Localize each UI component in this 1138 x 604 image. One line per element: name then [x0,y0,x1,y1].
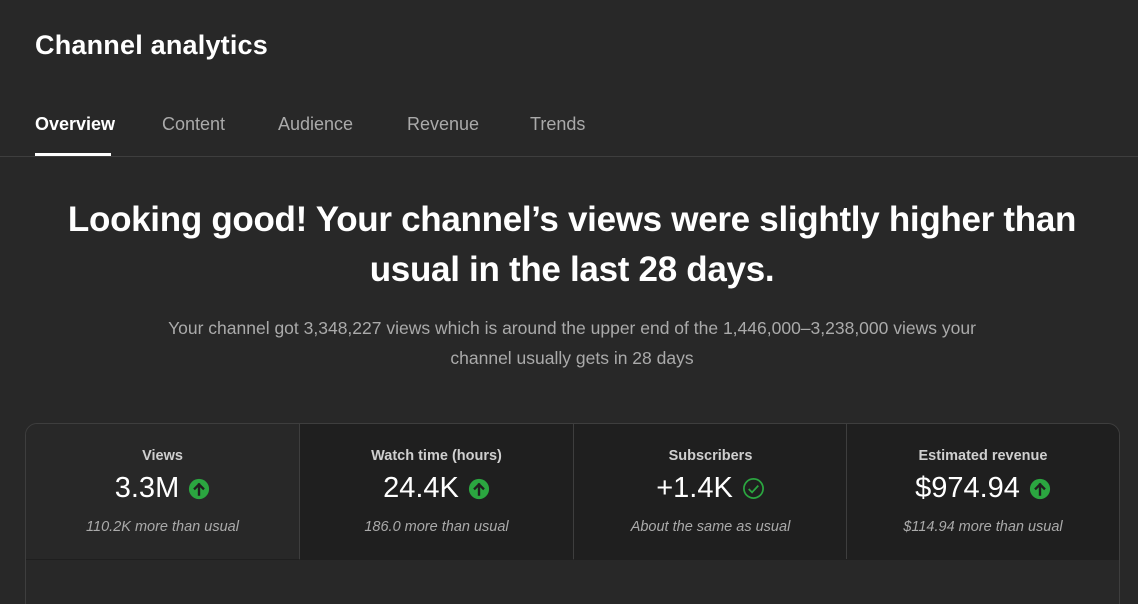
metric-card-watch-time[interactable]: Watch time (hours) 24.4K 186.0 more than… [300,424,573,560]
analytics-page: Channel analytics Overview Content Audie… [0,0,1138,604]
tab-trends[interactable]: Trends [530,114,585,135]
summary-headline: Looking good! Your channel’s views were … [60,195,1084,295]
summary-detail: Your channel got 3,348,227 views which i… [120,313,1024,373]
summary-detail-line2: channel usually gets in 28 days [450,348,694,368]
active-tab-indicator [35,153,111,156]
metric-value: 24.4K [383,472,459,504]
metric-value: +1.4K [656,472,733,504]
metric-note: About the same as usual [630,519,791,535]
summary-detail-line1: Your channel got 3,348,227 views which i… [168,318,976,338]
tab-revenue[interactable]: Revenue [407,114,479,135]
metric-card-revenue[interactable]: Estimated revenue $974.94 $114.94 more t… [847,424,1119,560]
metric-value-row: $974.94 [847,472,1119,505]
metric-note: 186.0 more than usual [364,519,509,535]
arrow-up-circle-icon [1029,478,1050,499]
metric-label: Views [142,448,183,464]
summary-headline-line2: usual in the last 28 days. [369,250,775,289]
metric-cards: Views 3.3M 110.2K more than usual Watch … [25,423,1120,604]
tab-bar: Overview Content Audience Revenue Trends [0,100,1138,157]
metric-label: Watch time (hours) [371,448,502,464]
arrow-up-circle-icon [189,478,210,499]
metric-label: Estimated revenue [918,448,1048,464]
check-circle-icon [742,478,764,499]
metric-label: Subscribers [668,448,753,464]
page-title: Channel analytics [35,30,268,60]
metric-value-row: 24.4K [300,472,573,505]
metric-note: 110.2K more than usual [86,519,239,535]
tab-content[interactable]: Content [162,114,225,135]
metric-card-subscribers[interactable]: Subscribers +1.4K About the same as usua… [574,424,847,560]
summary-headline-line1: Looking good! Your channel’s views were … [67,200,1077,239]
metric-value-row: 3.3M [26,472,299,505]
arrow-up-circle-icon [468,478,489,499]
tab-overview[interactable]: Overview [35,114,115,135]
tab-audience[interactable]: Audience [278,114,353,135]
metric-note: $114.94 more than usual [903,519,1063,535]
metric-card-views[interactable]: Views 3.3M 110.2K more than usual [26,424,299,560]
metric-value: 3.3M [114,472,180,504]
metric-value: $974.94 [915,472,1020,504]
metric-value-row: +1.4K [574,472,847,505]
